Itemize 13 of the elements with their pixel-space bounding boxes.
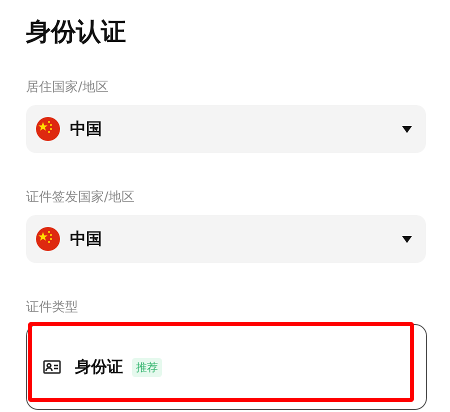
field-label: 居住国家/地区 bbox=[26, 79, 110, 97]
field-label: 证件签发国家/地区 bbox=[26, 189, 136, 207]
caret-icon bbox=[402, 236, 412, 242]
recommended-badge: 推荐 bbox=[132, 358, 162, 376]
id-card-icon bbox=[43, 360, 61, 374]
country-select[interactable]: 中国 bbox=[26, 215, 426, 263]
caret-icon bbox=[402, 126, 412, 132]
flag-icon bbox=[36, 227, 60, 251]
flag-icon bbox=[36, 117, 60, 141]
page-title: 身份认证 bbox=[26, 16, 127, 48]
country-select[interactable]: 中国 bbox=[26, 105, 426, 153]
document-option[interactable]: 身份证 推荐 bbox=[26, 324, 427, 410]
field-label: 证件类型 bbox=[26, 299, 79, 317]
